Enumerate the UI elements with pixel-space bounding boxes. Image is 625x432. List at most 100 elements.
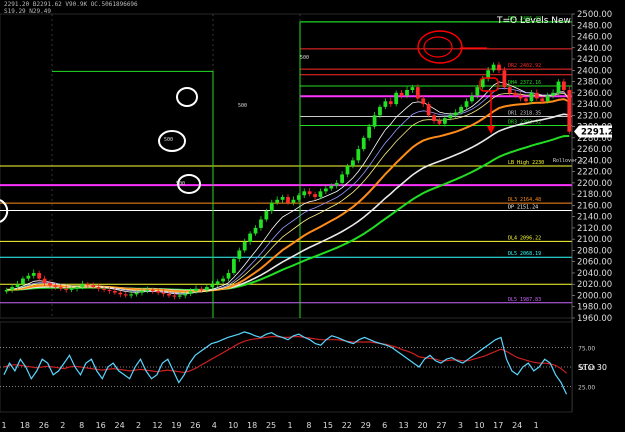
candle-body [204,287,209,290]
date-axis-label: 16 [96,421,106,430]
candle-body [351,160,355,166]
price-axis-label: 2100.00 [577,235,612,245]
candle-body [345,166,350,175]
candle-body [102,288,106,290]
price-level-label: DH4 2372.16 [508,80,541,86]
date-axis-label: 17 [493,421,503,430]
price-axis-label: 2200.00 [577,179,612,189]
candle-body [361,137,366,150]
candle-body [540,98,545,102]
candle-body [199,288,204,290]
candle-body [113,290,117,293]
candle-body [556,81,561,93]
candle-body [156,290,161,293]
candle-body [118,292,123,295]
candle-body [318,191,323,197]
candle-body [421,98,426,105]
stoch-axis-label: 25.00 [578,385,595,392]
candle-body [253,227,258,234]
candle-body [215,281,220,285]
trading-chart: DR5 2486.49DR2 2402.92DH4 2372.16DR1 231… [0,1,620,430]
candle-body [167,293,171,296]
candle-body [269,202,274,212]
date-axis-label: 1 [1,421,6,430]
price-axis-label: 2440.00 [577,44,612,54]
date-axis-label: 1 [287,421,292,430]
date-axis: 1 18 26 2 8 16 24 2 12 19 26 4 10 18 25 1 8 15 22 29 6 13 20 27… [1,421,538,430]
candle-body [21,278,25,285]
chart-title: T=O Levels New [496,16,571,26]
price-level-label: DL3 2164.48 [508,197,541,203]
candle-body [145,289,150,291]
candle-body [513,92,518,96]
candle-body [188,290,193,294]
candle-body [426,104,431,116]
chart-annotation-text: 500 [176,181,185,187]
candle-body [394,92,399,105]
candle-body [383,101,388,107]
chart-annotation-text: 500 [238,103,247,109]
date-axis-label: 4 [212,421,217,430]
candle-body [194,288,198,291]
candle-body [15,284,20,288]
candle-body [172,295,177,297]
price-axis-label: 2480.00 [577,21,612,31]
chart-annotation-text: 500 [164,137,173,143]
candle-body [242,242,247,251]
candle-body [80,284,85,288]
price-axis-label: 2000.00 [577,291,612,301]
stoch-title: STO 30 [578,363,607,372]
price-level-label: LB High 2230 [508,160,544,166]
candle-body [48,283,52,286]
candle-body [448,115,453,119]
candle-body [58,287,63,289]
candle-body [286,196,290,203]
candle-body [302,191,307,196]
candle-body [545,95,550,102]
date-axis-label: 26 [190,421,200,430]
price-axis-label: 2420.00 [577,55,612,65]
candle-body [10,287,15,290]
price-axis-label: 2120.00 [577,224,612,234]
date-axis-label: 27 [436,421,446,430]
price-level-label: DR1 2318.35 [508,110,541,116]
header-quote: 2291.20 B2291.62 V90.9K OC.5061896696 [4,1,138,8]
price-axis-label: 2040.00 [577,269,612,279]
candle-body [524,98,528,102]
candle-body [42,278,47,284]
date-axis-label: 20 [417,421,427,430]
candle-body [323,188,328,192]
candle-body [459,106,463,113]
candle-body [210,284,215,288]
candle-body [232,258,236,273]
candle-body [177,295,182,297]
candle-body [502,70,507,88]
date-axis-label: 29 [361,421,371,430]
candle-body [410,87,415,90]
stoch-axis-label: 75.00 [578,346,595,353]
price-axis-label: 2140.00 [577,213,612,223]
candle-body [107,289,112,291]
date-axis-label: 2 [136,421,141,430]
candle-body [37,272,42,279]
date-axis-label: 2 [60,421,65,430]
candle-body [405,90,409,96]
date-axis-label: 8 [79,421,84,430]
candle-body [415,87,420,99]
candle-body [334,182,339,186]
date-axis-label: 10 [474,421,484,430]
candle-body [437,120,442,124]
price-level-label: DL5 1987.83 [508,297,541,303]
date-axis-label: 18 [20,421,30,430]
price-axis-label: 2500.00 [577,10,612,20]
candle-body [259,219,263,228]
price-axis-label: 1980.00 [577,303,612,313]
price-axis-label: 2060.00 [577,258,612,268]
price-axis-label: 2460.00 [577,33,612,43]
price-axis-label: 2380.00 [577,78,612,88]
candle-body [470,95,474,102]
candle-body [69,288,74,290]
candle-body [264,211,269,220]
price-axis-label: 2180.00 [577,190,612,200]
candle-body [4,289,9,292]
